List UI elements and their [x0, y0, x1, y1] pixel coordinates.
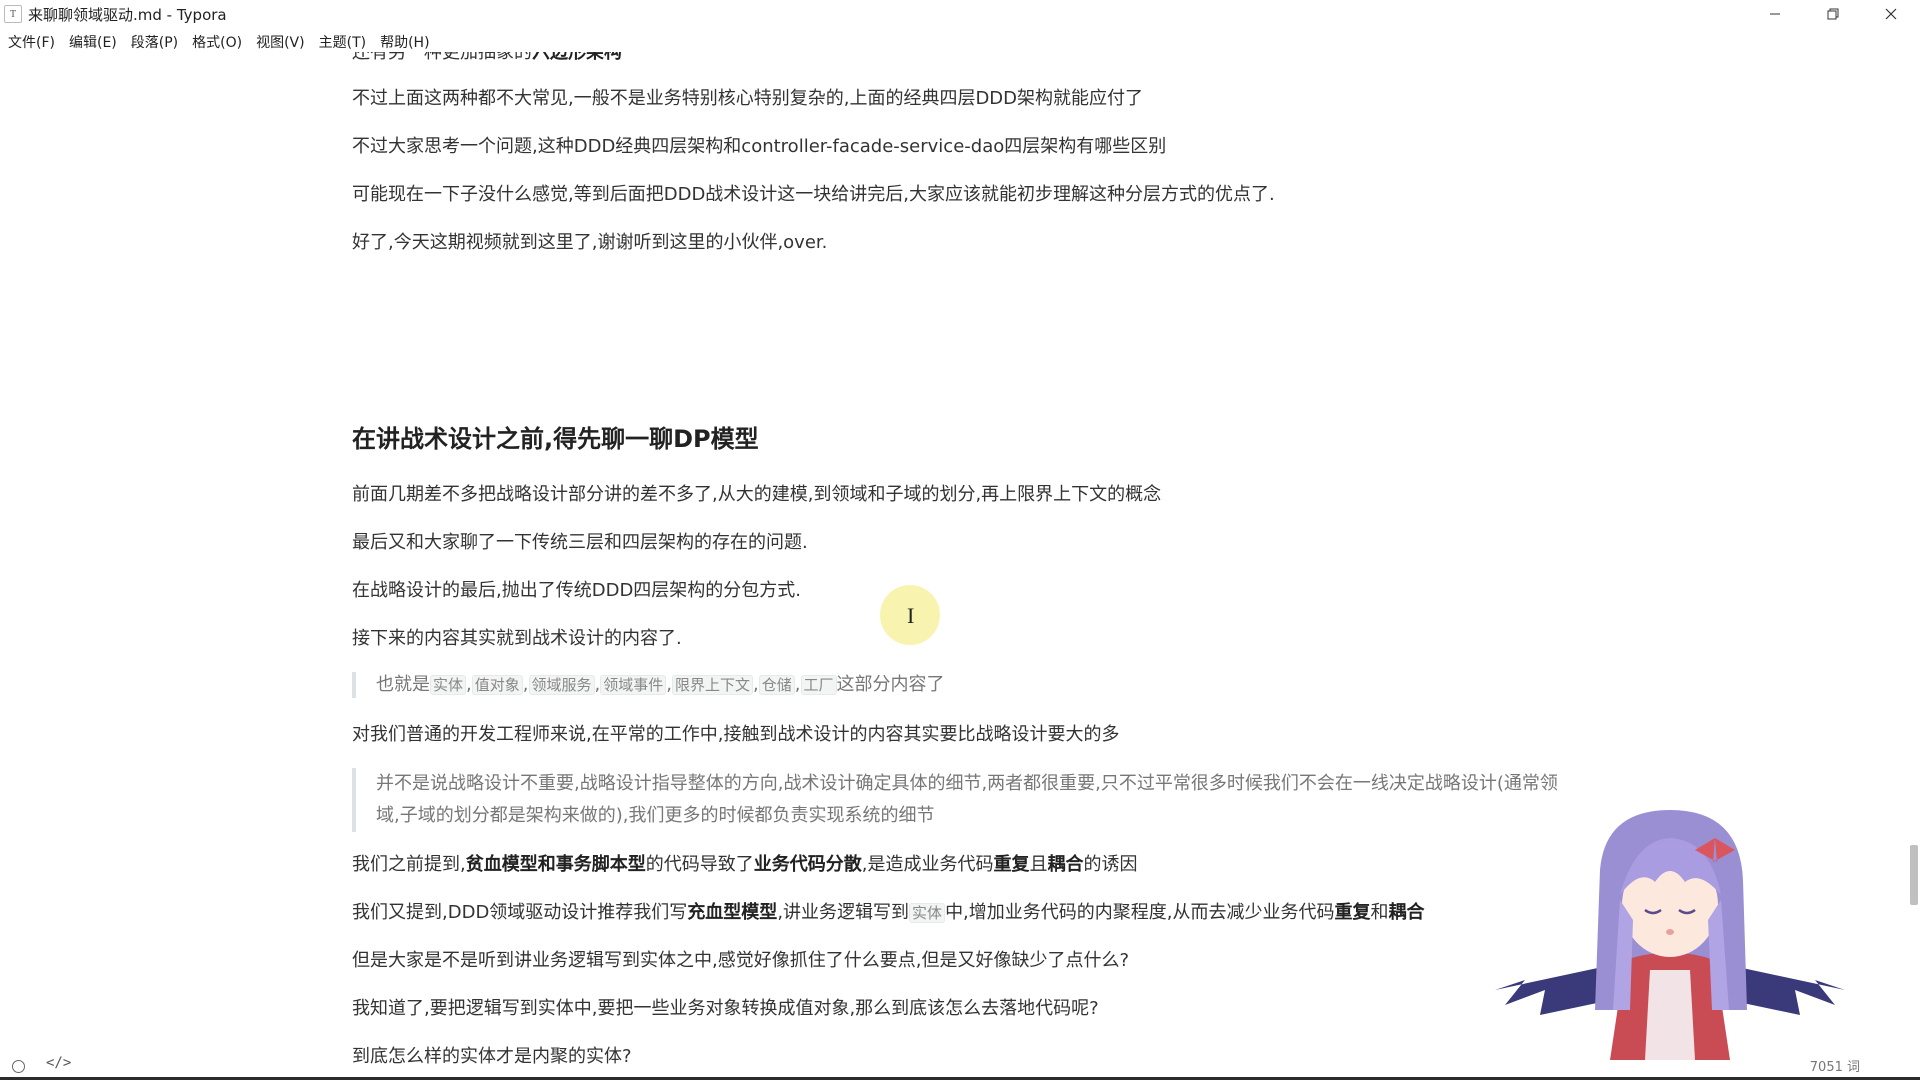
paragraph: 我们又提到,DDD领域驱动设计推荐我们写充血型模型,讲业务逻辑写到 实体 中,增加业… — [352, 902, 1425, 923]
menu-edit[interactable]: 编辑(E) — [69, 32, 117, 52]
paragraph: 最后又和大家聊了一下传统三层和四层架构的存在的问题. — [352, 532, 808, 553]
inline-code: 领域服务 — [528, 675, 595, 695]
paragraph: 我知道了,要把逻辑写到实体中,要把一些业务对象转换成值对象,那么到底该怎么去落地… — [352, 998, 1099, 1019]
menu-bar: 文件(F) 编辑(E) 段落(P) 格式(O) 视图(V) 主题(T) 帮助(H… — [0, 30, 436, 54]
inline-code: 领域事件 — [600, 675, 667, 695]
paragraph: 不过上面这两种都不大常见,一般不是业务特别核心特别复杂的,上面的经典四层DDD架… — [352, 88, 1144, 109]
status-bar: </> 7051 词 — [0, 1050, 1920, 1080]
inline-code: 限界上下文 — [672, 675, 754, 695]
paragraph: 接下来的内容其实就到战术设计的内容了. — [352, 628, 682, 649]
section-heading: 在讲战术设计之前,得先聊一聊DP模型 — [352, 425, 759, 453]
inline-code: 工厂 — [800, 675, 837, 695]
paragraph: 不过大家思考一个问题,这种DDD经典四层架构和controller-facade… — [352, 136, 1167, 157]
word-count[interactable]: 7051 词 — [1810, 1056, 1860, 1075]
vtuber-avatar — [1495, 810, 1845, 1060]
restore-icon — [1827, 8, 1839, 20]
menu-help[interactable]: 帮助(H) — [380, 32, 429, 52]
sidebar-toggle-icon[interactable] — [12, 1060, 25, 1073]
blockquote: 也就是 实体, 值对象, 领域服务, 领域事件, 限界上下文, 仓储, 工厂 这部分内容了 — [352, 672, 1576, 698]
title-bar: T 来聊聊领域驱动.md - Typora — [0, 0, 1920, 28]
paragraph: 前面几期差不多把战略设计部分讲的差不多了,从大的建模,到领域和子域的划分,再上限… — [352, 484, 1162, 505]
close-button[interactable] — [1862, 0, 1920, 28]
scrollbar-thumb[interactable] — [1910, 845, 1918, 905]
inline-code: 实体 — [430, 675, 467, 695]
text-cursor-icon: I — [907, 603, 915, 628]
window-controls — [1746, 0, 1920, 28]
menu-theme[interactable]: 主题(T) — [319, 32, 366, 52]
menu-paragraph[interactable]: 段落(P) — [131, 32, 178, 52]
paragraph: 可能现在一下子没什么感觉,等到后面把DDD战术设计这一块给讲完后,大家应该就能初… — [352, 184, 1275, 205]
inline-code: 值对象 — [471, 675, 523, 695]
paragraph: 对我们普通的开发工程师来说,在平常的工作中,接触到战术设计的内容其实要比战略设计… — [352, 724, 1120, 745]
inline-code: 实体 — [909, 903, 946, 923]
paragraph: 在战略设计的最后,抛出了传统DDD四层架构的分包方式. — [352, 580, 802, 601]
minimize-icon — [1770, 13, 1780, 15]
menu-view[interactable]: 视图(V) — [256, 32, 305, 52]
paragraph: 我们之前提到,贫血模型和事务脚本型的代码导致了业务代码分散,是造成业务代码重复且… — [352, 854, 1138, 875]
typora-app-icon: T — [4, 5, 22, 23]
close-icon — [1885, 8, 1897, 20]
inline-code: 仓储 — [758, 675, 795, 695]
source-code-mode-icon[interactable]: </> — [46, 1055, 71, 1071]
menu-format[interactable]: 格式(O) — [192, 32, 242, 52]
menu-file[interactable]: 文件(F) — [8, 32, 55, 52]
restore-button[interactable] — [1804, 0, 1862, 28]
paragraph: 但是大家是不是听到讲业务逻辑写到实体之中,感觉好像抓住了什么要点,但是又好像缺少… — [352, 950, 1129, 971]
blockquote: 并不是说战略设计不重要,战略设计指导整体的方向,战术设计确定具体的细节,两者都很… — [352, 768, 1576, 832]
paragraph: 好了,今天这期视频就到这里了,谢谢听到这里的小伙伴,over. — [352, 232, 828, 253]
window-title: 来聊聊领域驱动.md - Typora — [28, 5, 227, 24]
minimize-button[interactable] — [1746, 0, 1804, 28]
